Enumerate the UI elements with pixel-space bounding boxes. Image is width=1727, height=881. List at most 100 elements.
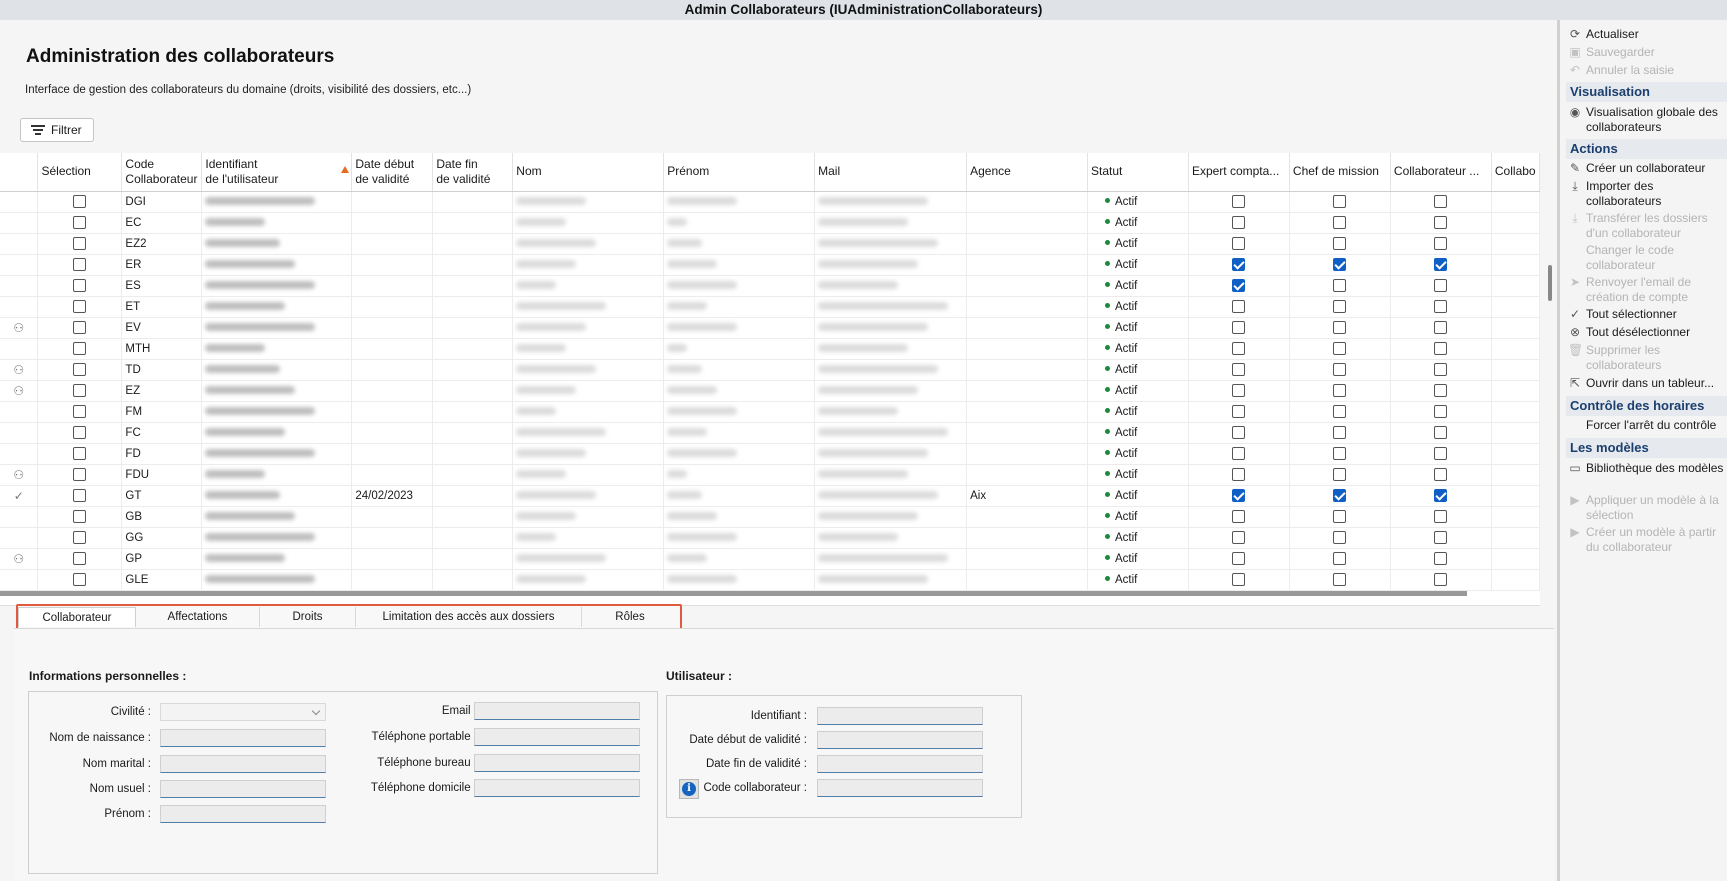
collab-checkbox[interactable] [1434, 237, 1448, 250]
supprimer-action[interactable]: 🗑 Supprimer les collaborateurs [1566, 343, 1726, 373]
nom-marital-field[interactable] [160, 755, 326, 773]
table-row[interactable]: EZ2 Actif [0, 233, 1540, 255]
collab-checkbox[interactable] [1434, 300, 1448, 313]
expert-checkbox[interactable] [1232, 342, 1246, 355]
expert-checkbox[interactable] [1232, 405, 1246, 418]
selection-checkbox[interactable] [73, 342, 87, 355]
selection-checkbox[interactable] [73, 447, 87, 460]
prenom-field[interactable] [160, 805, 326, 823]
expert-checkbox[interactable] [1232, 321, 1246, 334]
col-prenom[interactable]: Prénom [663, 153, 816, 192]
vertical-scrollbar[interactable] [1548, 265, 1552, 301]
selection-checkbox[interactable] [73, 321, 87, 334]
collab-checkbox[interactable] [1434, 531, 1448, 544]
expert-checkbox[interactable] [1232, 237, 1246, 250]
collab-checkbox[interactable] [1434, 426, 1448, 439]
selection-checkbox[interactable] [73, 552, 87, 565]
tab-collaborateur[interactable]: Collaborateur [18, 607, 136, 627]
table-row[interactable]: ⚇ EZ Actif [0, 380, 1540, 402]
col-expert[interactable]: Expert compta... [1188, 153, 1290, 192]
transferer-action[interactable]: ⤓ Transférer les dossiers d'un collaborat… [1566, 211, 1726, 241]
table-row[interactable]: FC Actif [0, 422, 1540, 444]
expert-checkbox[interactable] [1232, 489, 1246, 502]
expert-checkbox[interactable] [1232, 510, 1246, 523]
table-row[interactable]: ⚇ EV Actif [0, 317, 1540, 339]
identifiant-field[interactable] [817, 707, 983, 725]
selection-checkbox[interactable] [73, 258, 87, 271]
collab-checkbox[interactable] [1434, 216, 1448, 229]
chef-checkbox[interactable] [1333, 321, 1347, 334]
table-row[interactable]: GLE Actif [0, 569, 1540, 591]
selection-checkbox[interactable] [73, 216, 87, 229]
chef-checkbox[interactable] [1333, 573, 1347, 586]
expert-checkbox[interactable] [1232, 468, 1246, 481]
code-collaborateur-field[interactable] [817, 779, 983, 797]
tab-roles[interactable]: Rôles [582, 607, 678, 627]
civilite-select[interactable] [160, 703, 326, 721]
col-selection[interactable]: Sélection [37, 153, 123, 192]
col-mail[interactable]: Mail [814, 153, 968, 192]
collaborators-grid[interactable]: Sélection Code Collaborateur Identifiant d… [0, 153, 1540, 606]
selection-checkbox[interactable] [73, 237, 87, 250]
expert-checkbox[interactable] [1232, 216, 1246, 229]
forcer-arret-action[interactable]: Forcer l'arrêt du contrôle [1566, 418, 1726, 433]
chef-checkbox[interactable] [1333, 216, 1347, 229]
chef-checkbox[interactable] [1333, 300, 1347, 313]
collab-checkbox[interactable] [1434, 489, 1448, 502]
chef-checkbox[interactable] [1333, 342, 1347, 355]
table-row[interactable]: MTH Actif [0, 338, 1540, 360]
nom-naissance-field[interactable] [160, 729, 326, 747]
table-row[interactable]: ES Actif [0, 275, 1540, 297]
tel-bureau-field[interactable] [474, 754, 640, 772]
selection-checkbox[interactable] [73, 405, 87, 418]
selection-checkbox[interactable] [73, 468, 87, 481]
expert-checkbox[interactable] [1232, 258, 1246, 271]
expert-checkbox[interactable] [1232, 531, 1246, 544]
tout-selectionner-action[interactable]: ✓ Tout sélectionner [1566, 307, 1726, 322]
table-row[interactable]: ER Actif [0, 254, 1540, 276]
collab-checkbox[interactable] [1434, 573, 1448, 586]
importer-action[interactable]: ⤓ Importer des collaborateurs [1566, 179, 1726, 209]
selection-checkbox[interactable] [73, 300, 87, 313]
tel-portable-field[interactable] [474, 728, 640, 746]
expert-checkbox[interactable] [1232, 447, 1246, 460]
collab-checkbox[interactable] [1434, 468, 1448, 481]
chef-checkbox[interactable] [1333, 510, 1347, 523]
chef-checkbox[interactable] [1333, 468, 1347, 481]
tab-affectations[interactable]: Affectations [136, 607, 260, 627]
collab-checkbox[interactable] [1434, 195, 1448, 208]
table-row[interactable]: EC Actif [0, 212, 1540, 234]
selection-checkbox[interactable] [73, 426, 87, 439]
selection-checkbox[interactable] [73, 384, 87, 397]
chef-checkbox[interactable] [1333, 384, 1347, 397]
selection-checkbox[interactable] [73, 195, 87, 208]
table-row[interactable]: GB Actif [0, 506, 1540, 528]
expert-checkbox[interactable] [1232, 552, 1246, 565]
changer-code-action[interactable]: Changer le code collaborateur [1566, 243, 1726, 273]
selection-checkbox[interactable] [73, 363, 87, 376]
expert-checkbox[interactable] [1232, 573, 1246, 586]
col-nom[interactable]: Nom [512, 153, 665, 192]
collab-checkbox[interactable] [1434, 552, 1448, 565]
chef-checkbox[interactable] [1333, 258, 1347, 271]
expert-checkbox[interactable] [1232, 279, 1246, 292]
visualisation-globale-action[interactable]: ◉ Visualisation globale des collaborateur… [1566, 105, 1726, 135]
col-date-fin[interactable]: Date fin de validité [432, 153, 514, 192]
appliquer-modele-action[interactable]: ▶ Appliquer un modèle à la sélection [1566, 493, 1726, 523]
chef-checkbox[interactable] [1333, 426, 1347, 439]
chef-checkbox[interactable] [1333, 195, 1347, 208]
collab-checkbox[interactable] [1434, 405, 1448, 418]
tel-domicile-field[interactable] [474, 779, 640, 797]
selection-checkbox[interactable] [73, 279, 87, 292]
bibliotheque-action[interactable]: ▭ Bibliothèque des modèles [1566, 461, 1726, 476]
collab-checkbox[interactable] [1434, 510, 1448, 523]
chef-checkbox[interactable] [1333, 279, 1347, 292]
collab-checkbox[interactable] [1434, 384, 1448, 397]
chef-checkbox[interactable] [1333, 531, 1347, 544]
chef-checkbox[interactable] [1333, 447, 1347, 460]
chef-checkbox[interactable] [1333, 405, 1347, 418]
nom-usuel-field[interactable] [160, 780, 326, 798]
annuler-action[interactable]: ↶ Annuler la saisie [1566, 63, 1726, 78]
table-row[interactable]: GG Actif [0, 527, 1540, 549]
table-row[interactable]: ✓ GT 24/02/2023 Aix Actif [0, 485, 1540, 507]
